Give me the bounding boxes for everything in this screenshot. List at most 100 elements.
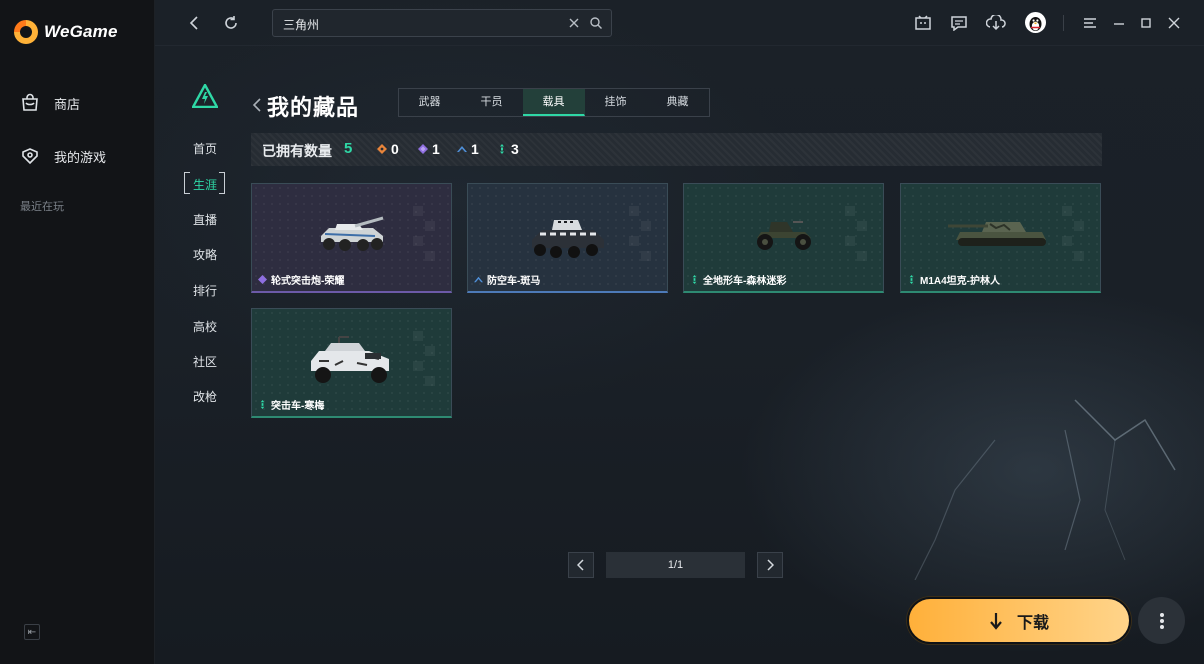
menu-button[interactable] [1080,13,1100,33]
wegame-logo-icon [14,20,38,44]
vehicle-card-label: M1A4坦克-护林人 [907,272,1000,287]
m1a4-tank-image [947,222,1046,246]
owned-count-total: 5 [344,140,353,157]
search-input[interactable] [283,15,553,33]
tab-charms[interactable]: 挂饰 [585,89,647,116]
green-tier-icon [909,275,914,284]
refresh-button[interactable] [221,13,241,33]
assault-vehicle-image [310,336,389,383]
recent-played-label: 最近在玩 [20,201,64,213]
vehicle-card-label: 防空车-斑马 [474,272,540,287]
vehicle-card[interactable]: 突击车-寒梅 [251,308,452,418]
stat-value: 0 [391,141,399,157]
game-nav-gun-mod[interactable]: 改枪 [193,388,217,405]
stat-value: 1 [432,141,440,157]
search-box [272,9,612,37]
green-tier-icon [260,400,265,409]
blue-tier-icon [457,146,467,152]
minimize-icon [1114,23,1124,25]
main-area: 首页 生涯 直播 攻略 排行 高校 社区 改枪 我的藏品 武器 干员 载具 挂饰… [155,0,1204,664]
stat-blue: 1 [457,141,479,157]
game-nav-home[interactable]: 首页 [193,140,217,157]
delta-force-logo-icon[interactable] [192,84,218,108]
more-options-button[interactable] [1138,597,1185,644]
green-tier-icon [692,275,697,284]
penguin-avatar-icon [1029,17,1042,31]
wegame-logo[interactable]: WeGame [14,20,118,44]
next-page-button[interactable] [757,552,783,578]
vehicle-name: 全地形车-森林迷彩 [703,276,787,287]
tab-operators[interactable]: 干员 [461,89,523,116]
maximize-icon [1141,18,1151,28]
downloads-button[interactable] [986,13,1006,33]
minimize-button[interactable] [1109,13,1129,33]
game-box-icon [915,15,931,30]
vehicle-card[interactable]: 防空车-斑马 [467,183,668,293]
orange-tier-icon [377,144,387,154]
messages-button[interactable] [949,13,969,33]
game-nav-career[interactable]: 生涯 [193,176,217,193]
download-button[interactable]: 下载 [907,597,1131,644]
game-nav-college[interactable]: 高校 [193,318,217,335]
gamepad-icon [22,148,38,165]
card-pattern [845,206,871,266]
purple-tier-icon [258,275,267,284]
collapse-sidebar-button[interactable]: ⇤ [24,624,40,640]
top-bar [155,0,1204,46]
all-terrain-vehicle-image [756,221,811,250]
vehicle-card[interactable]: 轮式突击炮-荣耀 [251,183,452,293]
stat-purple: 1 [418,141,440,157]
game-nav-ranking[interactable]: 排行 [193,282,217,299]
prev-page-button[interactable] [568,552,594,578]
vehicle-card-label: 全地形车-森林迷彩 [690,272,786,287]
page-title: 我的藏品 [267,95,360,120]
vehicle-name: 轮式突击炮-荣耀 [271,276,345,287]
stat-green: 3 [497,141,519,157]
close-icon [1168,17,1180,29]
collection-tabs: 武器 干员 载具 挂饰 典藏 [398,88,710,117]
nav-item-store[interactable]: 商店 [20,93,80,113]
friends-button[interactable] [913,13,933,33]
green-tier-icon [500,144,504,154]
card-pattern [629,206,655,266]
vehicle-card[interactable]: M1A4坦克-护林人 [900,183,1101,293]
card-pattern [413,206,439,266]
owned-count-label: 已拥有数量 [262,143,332,159]
nav-item-my-games[interactable]: 我的游戏 [20,146,106,166]
download-manager-icon [986,15,1006,31]
blue-tier-icon [474,276,483,283]
more-vertical-icon [1159,611,1164,631]
stat-orange: 0 [377,141,399,157]
vehicle-name: M1A4坦克-护林人 [920,276,1001,287]
purple-tier-icon [418,144,428,154]
back-button[interactable] [184,13,204,33]
stat-value: 1 [471,141,479,157]
game-nav-guides[interactable]: 攻略 [193,246,217,263]
card-pattern [413,331,439,391]
tab-weapons[interactable]: 武器 [399,89,461,116]
tab-vehicles[interactable]: 载具 [523,89,585,116]
vehicle-card[interactable]: 全地形车-森林迷彩 [683,183,884,293]
download-label: 下载 [1016,614,1049,632]
toolbar-divider [1063,15,1064,31]
chevron-left-icon [577,559,584,571]
page-indicator: 1/1 [606,552,745,578]
chevron-left-icon [189,16,198,30]
avatar[interactable] [1025,12,1046,33]
vehicle-card-label: 轮式突击炮-荣耀 [258,272,344,287]
search-icon[interactable] [589,16,603,30]
chevron-left-icon[interactable] [251,96,263,114]
game-nav-live[interactable]: 直播 [193,211,217,228]
vehicle-name: 突击车-寒梅 [271,401,325,412]
tab-collection[interactable]: 典藏 [647,89,709,116]
vehicle-name: 防空车-斑马 [487,276,541,287]
maximize-button[interactable] [1136,13,1156,33]
clear-icon[interactable] [567,16,581,30]
app-sidebar: WeGame 商店 我的游戏 最近在玩 ⇤ [0,0,155,664]
game-nav-community[interactable]: 社区 [193,353,217,370]
chevron-right-icon [767,559,774,571]
close-button[interactable] [1164,13,1184,33]
download-arrow-icon [990,612,1002,630]
menu-icon [1084,18,1096,28]
stat-value: 3 [511,141,519,157]
